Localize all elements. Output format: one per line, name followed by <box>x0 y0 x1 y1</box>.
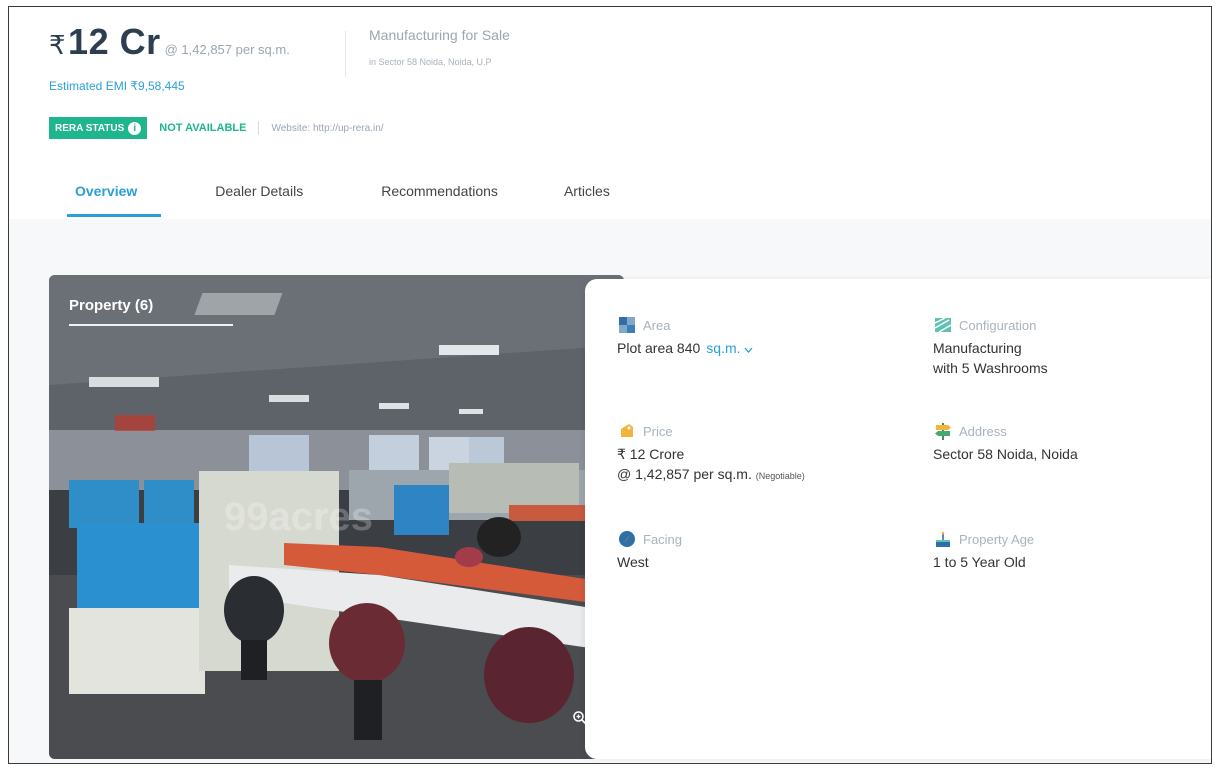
tab-bar: Overview Dealer Details Recommendations … <box>49 177 610 217</box>
property-age-title: Property Age <box>959 531 1035 547</box>
price-main: ₹12 Cr <box>49 21 161 62</box>
rera-row: RERA STATUS i NOT AVAILABLE Website: htt… <box>49 117 384 139</box>
property-photo-gallery[interactable]: 99acres Property (6) <box>49 275 624 759</box>
area-unit-label: sq.m. <box>706 340 741 356</box>
estimated-emi-link[interactable]: Estimated EMI ₹9,58,445 <box>49 79 185 93</box>
property-type-title: Manufacturing for Sale <box>369 27 510 43</box>
address-value: Sector 58 Noida, Noida <box>933 446 1078 462</box>
property-details-card: Area Plot area 840 sq.m. Configuration Ma… <box>585 279 1211 759</box>
configuration-line2: with 5 Washrooms <box>933 360 1048 376</box>
tab-dealer-details[interactable]: Dealer Details <box>215 177 303 217</box>
rera-divider <box>258 121 260 135</box>
rera-website-link[interactable]: Website: http://up-rera.in/ <box>271 123 383 134</box>
area-icon <box>619 317 635 333</box>
detail-area: Area Plot area 840 sq.m. <box>617 315 753 358</box>
tab-overview[interactable]: Overview <box>66 177 162 217</box>
watermark-text: 99acres <box>224 495 373 539</box>
price-value: 12 Cr <box>68 21 161 62</box>
price-block: ₹12 Cr @ 1,42,857 per sq.m. <box>49 21 290 63</box>
price-tag-icon <box>621 424 633 437</box>
compass-icon <box>619 531 635 547</box>
area-unit-dropdown[interactable]: sq.m. <box>706 340 753 356</box>
info-icon[interactable]: i <box>128 121 142 135</box>
signpost-icon <box>935 423 951 440</box>
rera-status-value: NOT AVAILABLE <box>159 122 247 134</box>
property-location: in Sector 58 Noida, Noida, U.P <box>369 57 492 67</box>
page-frame: ₹12 Cr @ 1,42,857 per sq.m. Estimated EMI… <box>8 6 1212 764</box>
configuration-icon <box>934 317 952 333</box>
tab-articles[interactable]: Articles <box>564 177 610 217</box>
gallery-label-underline <box>69 324 233 326</box>
tab-recommendations[interactable]: Recommendations <box>381 177 498 217</box>
detail-price: Price ₹ 12 Crore @ 1,42,857 per sq.m. (N… <box>617 421 805 486</box>
property-age-value: 1 to 5 Year Old <box>933 554 1026 570</box>
gallery-label: Property (6) <box>69 297 154 314</box>
header-divider <box>345 31 346 77</box>
price-line1: ₹ 12 Crore <box>617 446 685 462</box>
rera-badge-label: RERA STATUS <box>55 122 125 134</box>
address-title: Address <box>959 423 1007 439</box>
detail-facing: Facing West <box>617 529 682 572</box>
area-value: Plot area 840 <box>617 340 701 356</box>
price-line2: @ 1,42,857 per sq.m. <box>617 466 752 482</box>
detail-address: Address Sector 58 Noida, Noida <box>933 421 1078 464</box>
configuration-title: Configuration <box>959 317 1037 333</box>
detail-property-age: Property Age 1 to 5 Year Old <box>933 529 1034 572</box>
area-title: Area <box>643 317 671 333</box>
price-title: Price <box>643 423 673 439</box>
office-photo: 99acres <box>49 275 624 759</box>
price-per-sqm: @ 1,42,857 per sq.m. <box>164 42 290 57</box>
chevron-down-icon <box>744 347 753 353</box>
rera-status-badge: RERA STATUS i <box>49 117 148 139</box>
facing-title: Facing <box>643 531 683 547</box>
price-negotiable-note: (Negotiable) <box>755 471 805 481</box>
cake-icon <box>936 531 950 547</box>
rupee-symbol: ₹ <box>49 30 67 60</box>
facing-value: West <box>617 554 649 570</box>
configuration-line1: Manufacturing <box>933 340 1022 356</box>
detail-configuration: Configuration Manufacturing with 5 Washr… <box>933 315 1048 378</box>
